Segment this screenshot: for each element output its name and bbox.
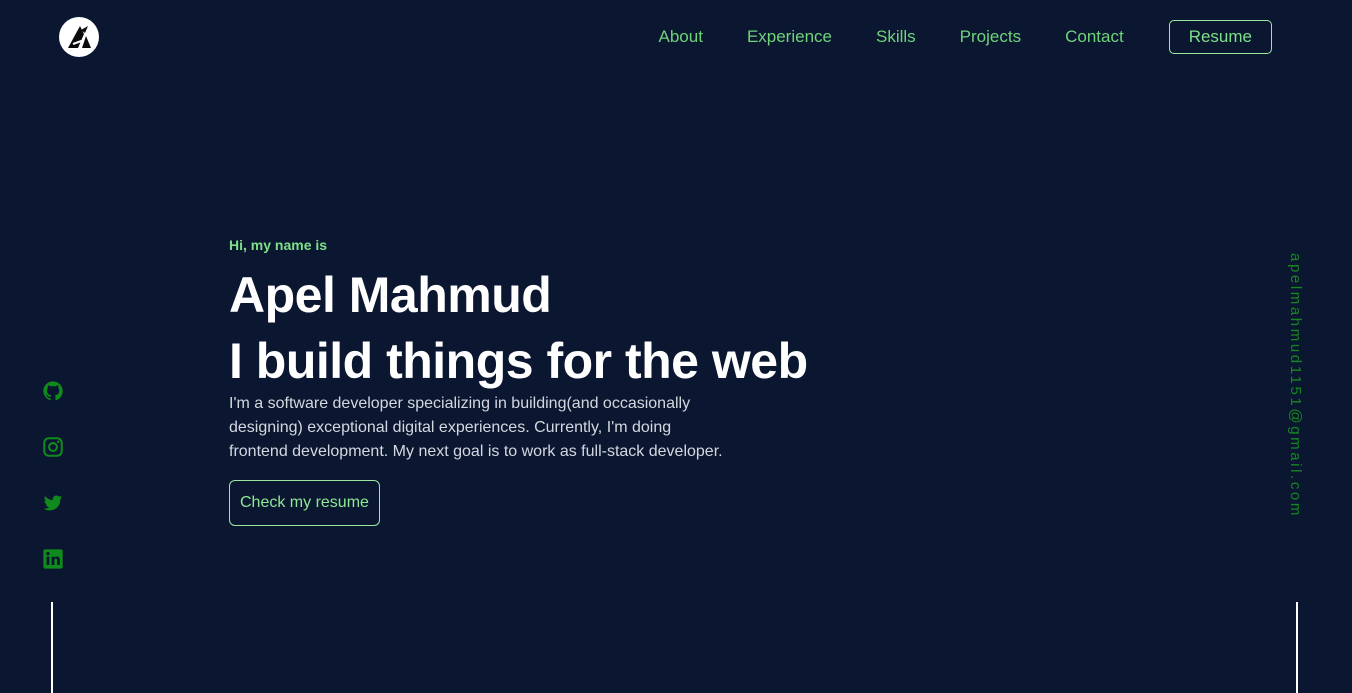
linkedin-link[interactable]: [42, 548, 64, 570]
social-links: [42, 380, 64, 604]
github-icon: [43, 381, 63, 401]
resume-button[interactable]: Resume: [1168, 20, 1272, 54]
github-link[interactable]: [42, 380, 64, 402]
nav-projects[interactable]: Projects: [960, 19, 1021, 55]
nav-contact[interactable]: Contact: [1065, 19, 1124, 55]
hero-tagline: I build things for the web: [229, 333, 808, 389]
instagram-icon: [43, 437, 63, 457]
twitter-icon: [43, 495, 63, 511]
instagram-link[interactable]: [42, 436, 64, 458]
greeting: Hi, my name is: [229, 237, 328, 253]
left-divider-line: [51, 602, 53, 693]
hero-name: Apel Mahmud: [229, 267, 552, 323]
nav-about[interactable]: About: [659, 19, 703, 55]
twitter-link[interactable]: [42, 492, 64, 514]
nav-skills[interactable]: Skills: [876, 19, 916, 55]
main-nav: About Experience Skills Projects Contact…: [659, 19, 1272, 55]
logo[interactable]: [59, 17, 99, 57]
check-resume-button[interactable]: Check my resume: [229, 480, 380, 526]
hero-section: Hi, my name is Apel Mahmud I build thing…: [229, 236, 929, 526]
nav-experience[interactable]: Experience: [747, 19, 832, 55]
logo-icon: [68, 26, 91, 48]
hero-bio: I'm a software developer specializing in…: [229, 395, 723, 460]
linkedin-icon: [43, 549, 63, 569]
right-divider-line: [1296, 602, 1298, 693]
email-link[interactable]: apelmahmud1151@gmail.com: [1287, 253, 1304, 518]
page: About Experience Skills Projects Contact…: [0, 0, 1352, 693]
